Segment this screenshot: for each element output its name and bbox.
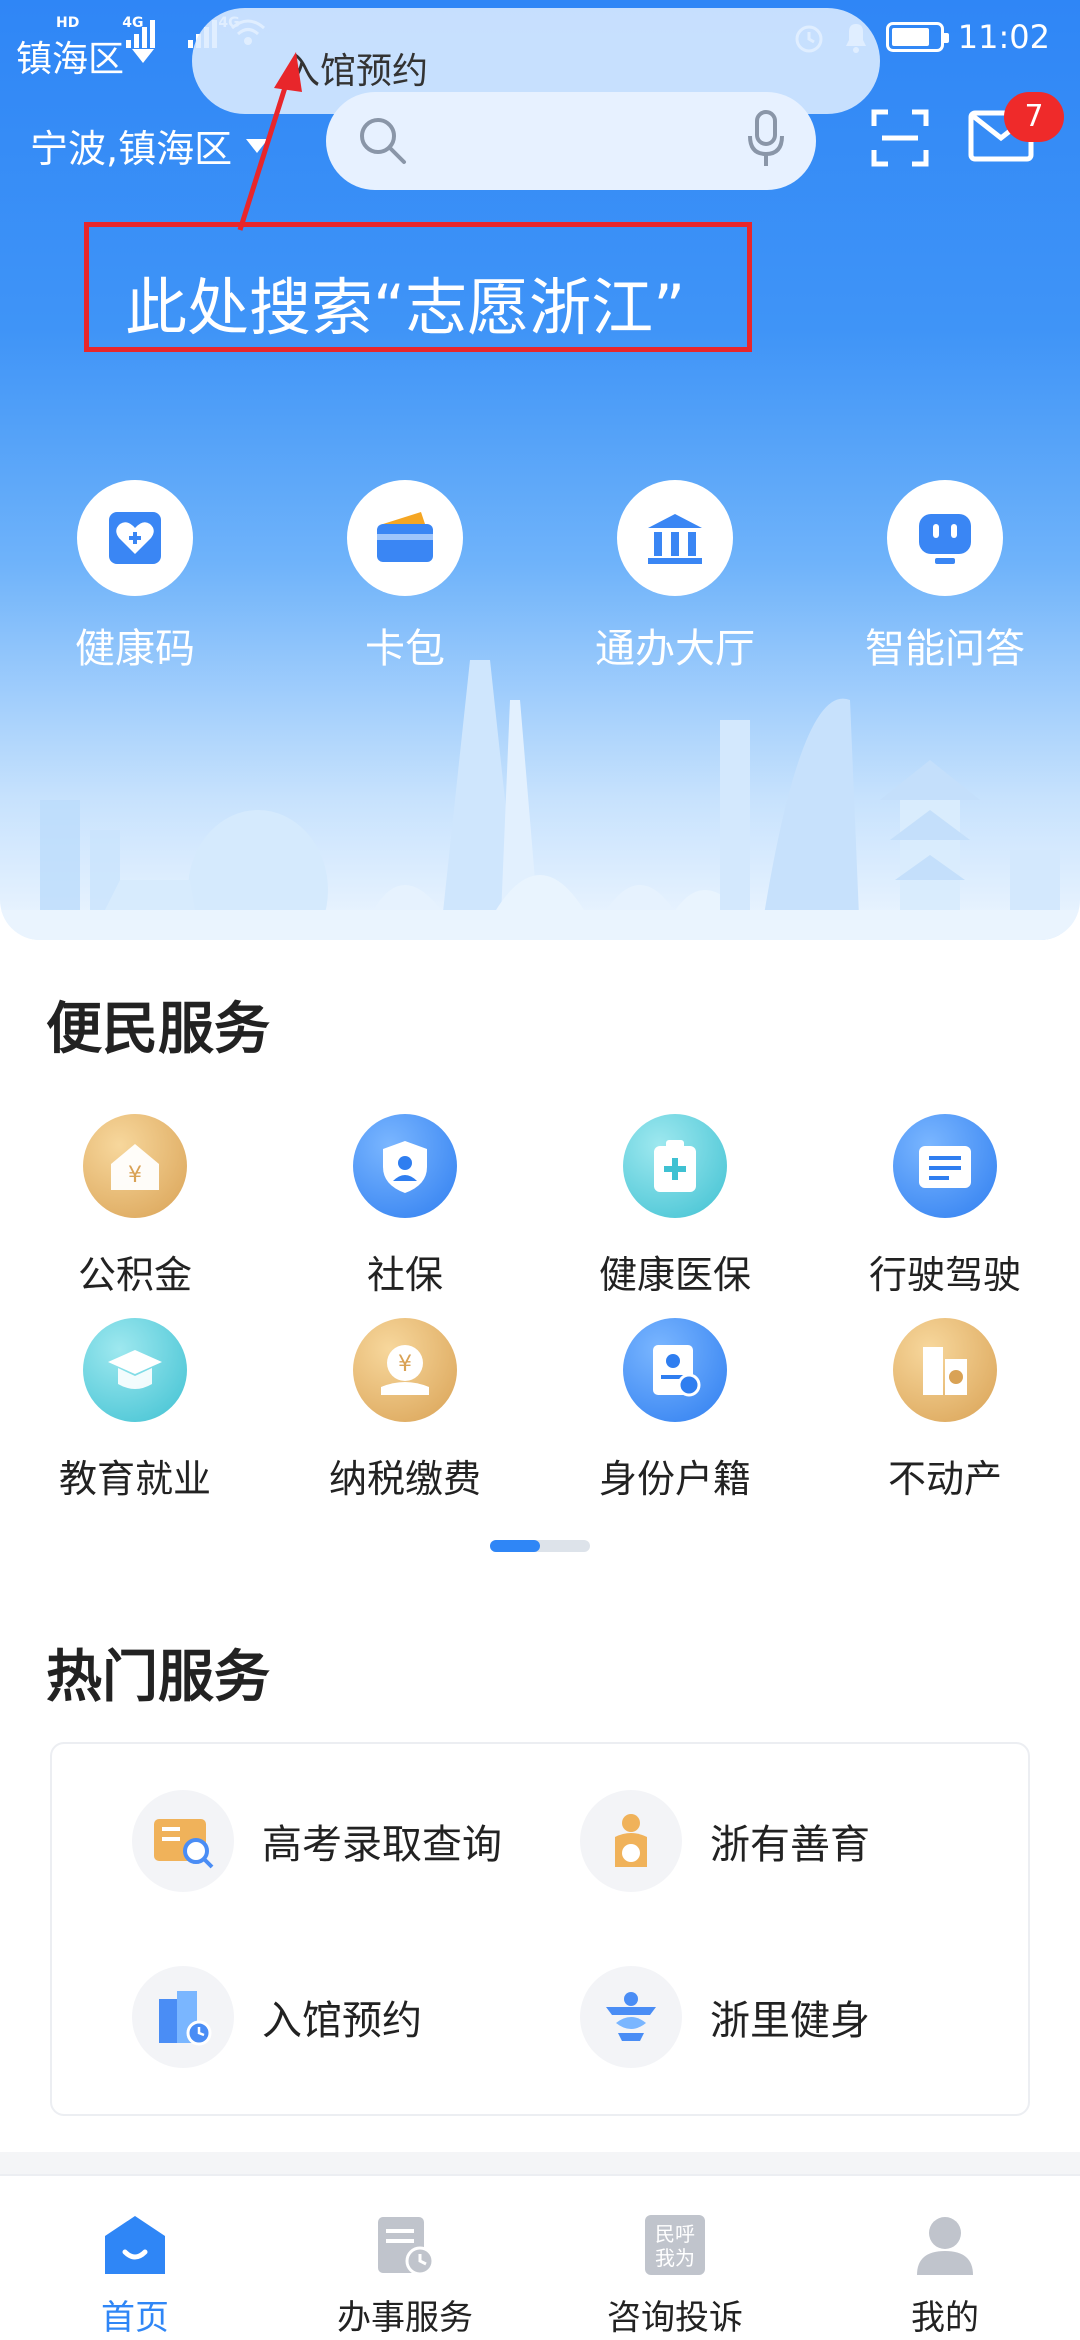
card-wallet-icon-bg [347, 480, 463, 596]
search-input[interactable] [326, 92, 816, 190]
hot-service-exam-admission[interactable]: 高考录取查询 [132, 1790, 502, 1892]
mail-badge: 7 [1004, 92, 1064, 142]
hot-services-card: 高考录取查询 浙有善育 入馆预约 浙里健身 [50, 1742, 1030, 2116]
service-label: 健康医保 [598, 1253, 751, 1297]
tab-label: 办事服务 [337, 2298, 473, 2338]
quick-action-label: 卡包 [365, 626, 445, 672]
medical-insurance-icon [623, 1114, 727, 1218]
user-icon [917, 2217, 973, 2275]
quick-action-card-wallet[interactable]: 卡包 [270, 480, 540, 674]
service-social-security[interactable]: 社保 [270, 1114, 540, 1299]
service-tax-payment[interactable]: ¥ 纳税缴费 [270, 1318, 540, 1503]
education-icon [83, 1318, 187, 1422]
exam-admission-icon [132, 1790, 234, 1892]
home-icon [105, 2216, 165, 2274]
chevron-down-icon [132, 49, 155, 63]
scan-icon[interactable] [870, 108, 930, 168]
fitness-icon [580, 1966, 682, 2068]
chevron-down-icon [246, 138, 269, 153]
svg-text:¥: ¥ [128, 1163, 142, 1188]
services-title: 便民服务 [46, 997, 270, 1062]
service-housing-fund[interactable]: ¥ 公积金 [0, 1114, 270, 1299]
quick-action-label: 通办大厅 [595, 626, 755, 672]
hot-service-child-care[interactable]: 浙有善育 [580, 1790, 870, 1892]
id-household-icon [623, 1318, 727, 1422]
quick-action-service-hall[interactable]: 通办大厅 [540, 480, 810, 674]
quick-action-label: 健康码 [75, 626, 195, 672]
service-hall-icon-bg [617, 480, 733, 596]
page-indicator-active [490, 1540, 540, 1552]
annotation-text: 此处搜索“志愿浙江” [125, 271, 686, 344]
citizen-voice-icon: 民呼 我为 [645, 2215, 705, 2275]
quick-actions: 健康码 卡包 通办大厅 智能问答 [0, 480, 1080, 680]
hot-service-fitness[interactable]: 浙里健身 [580, 1966, 870, 2068]
social-security-icon [353, 1114, 457, 1218]
service-label: 纳税缴费 [328, 1457, 481, 1501]
quick-action-label: 智能问答 [865, 626, 1025, 672]
service-label: 社保 [366, 1253, 443, 1297]
icon-text-top: 民呼 [655, 2222, 695, 2246]
robot-qa-icon-bg [887, 480, 1003, 596]
section-divider [0, 2152, 1080, 2174]
hot-service-label: 高考录取查询 [262, 1822, 502, 1868]
service-label: 身份户籍 [598, 1457, 751, 1501]
document-clock-icon [378, 2217, 435, 2276]
real-estate-icon [893, 1318, 997, 1422]
health-code-icon [109, 512, 161, 564]
suggestion-text: 入馆预约 [284, 51, 429, 92]
region-label: 镇海区 [16, 39, 125, 80]
service-label: 教育就业 [58, 1457, 211, 1501]
clock: 11:02 [957, 18, 1050, 56]
overlay-region-selector[interactable]: 镇海区 [16, 30, 155, 82]
location-selector[interactable]: 宁波,镇海区 [30, 118, 269, 173]
hot-services-title: 热门服务 [46, 1645, 270, 1710]
hot-service-label: 浙里健身 [710, 1998, 870, 2044]
tax-payment-icon: ¥ [353, 1318, 457, 1422]
child-care-icon [580, 1790, 682, 1892]
tab-label: 咨询投诉 [607, 2298, 743, 2338]
page-indicator [490, 1540, 590, 1552]
hot-service-label: 浙有善育 [710, 1822, 870, 1868]
service-label: 不动产 [887, 1457, 1002, 1501]
hero-banner: HD 4G 4G [0, 0, 1080, 940]
quick-action-robot-qa[interactable]: 智能问答 [810, 480, 1080, 674]
bottom-tab-bar: 首页 办事服务 民呼 我为 咨询投诉 我的 [0, 2174, 1080, 2340]
service-real-estate[interactable]: 不动产 [810, 1318, 1080, 1503]
service-label: 公积金 [77, 1253, 192, 1297]
card-wallet-icon [377, 512, 433, 562]
city-skyline-illustration [0, 660, 1080, 940]
icon-text-bottom: 我为 [655, 2246, 695, 2270]
tab-home[interactable]: 首页 [0, 2210, 270, 2339]
battery-icon [885, 22, 949, 52]
tab-label: 我的 [911, 2298, 979, 2338]
tab-profile[interactable]: 我的 [810, 2210, 1080, 2339]
service-driving-license[interactable]: 行驶驾驶 [810, 1114, 1080, 1299]
hot-service-venue-booking[interactable]: 入馆预约 [132, 1966, 422, 2068]
tab-consult[interactable]: 民呼 我为 咨询投诉 [540, 2210, 810, 2339]
svg-text:¥: ¥ [398, 1352, 412, 1377]
hot-service-label: 入馆预约 [262, 1998, 422, 2044]
driving-license-icon [893, 1114, 997, 1218]
search-icon [360, 118, 406, 164]
robot-qa-icon [919, 514, 971, 564]
annotation-box: 此处搜索“志愿浙江” [84, 222, 752, 352]
health-code-icon-bg [77, 480, 193, 596]
service-education[interactable]: 教育就业 [0, 1318, 270, 1503]
tab-label: 首页 [101, 2298, 169, 2338]
service-hall-icon [648, 514, 702, 564]
service-label: 行驶驾驶 [868, 1253, 1021, 1297]
venue-booking-icon [132, 1966, 234, 2068]
quick-action-health-code[interactable]: 健康码 [0, 480, 270, 674]
service-id-household[interactable]: 身份户籍 [540, 1318, 810, 1503]
hd-label: HD [56, 15, 80, 31]
microphone-icon[interactable] [746, 110, 786, 170]
housing-fund-icon: ¥ [83, 1114, 187, 1218]
service-medical-insurance[interactable]: 健康医保 [540, 1114, 810, 1299]
tab-services[interactable]: 办事服务 [270, 2210, 540, 2339]
location-label: 宁波,镇海区 [30, 127, 233, 171]
